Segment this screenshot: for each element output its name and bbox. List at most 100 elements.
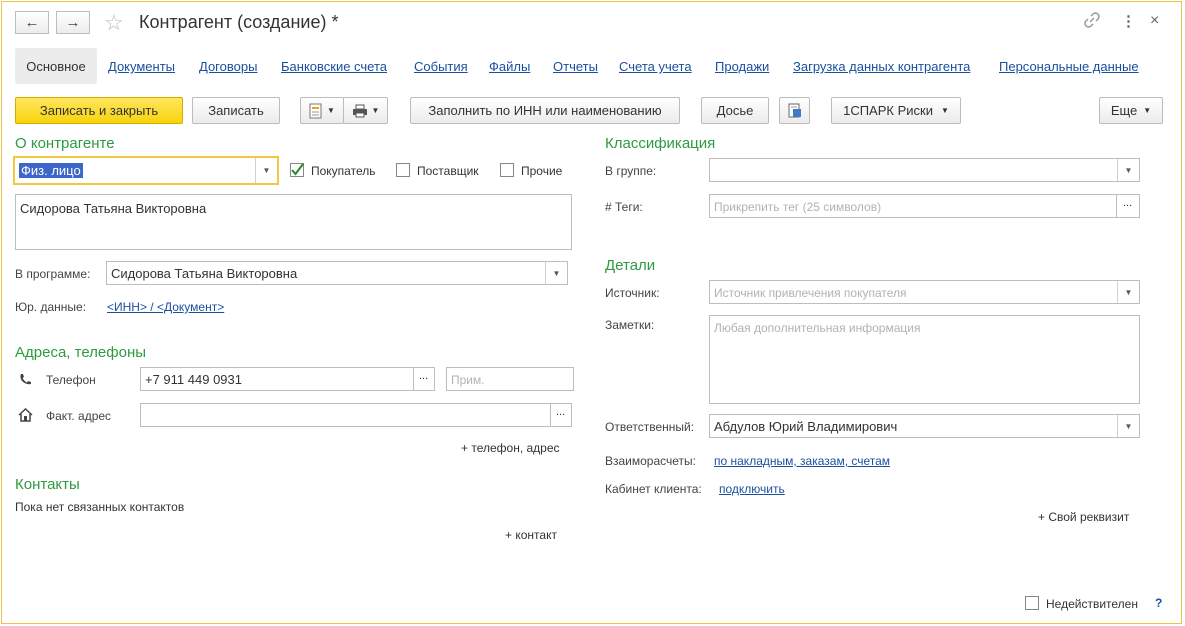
document-icon	[309, 103, 322, 118]
phone-note-field[interactable]: Прим.	[446, 367, 574, 391]
more-label: Еще	[1110, 103, 1138, 118]
tab-main[interactable]: Основное	[15, 48, 97, 84]
counterparty-type-select[interactable]: Физ. лицо ▼	[13, 156, 279, 185]
link-icon[interactable]	[1084, 12, 1100, 31]
add-contact-link[interactable]: + контакт	[505, 528, 557, 542]
tags-placeholder: Прикрепить тег (25 символов)	[714, 200, 882, 214]
group-select[interactable]: ▼	[709, 158, 1140, 182]
in-program-field[interactable]: Сидорова Татьяна Викторовна ▼	[106, 261, 568, 285]
chevron-down-icon: ▼	[327, 106, 335, 115]
details-section-header: Детали	[605, 257, 656, 274]
tags-label: # Теги:	[605, 200, 643, 214]
chevron-down-icon: ▼	[940, 106, 949, 115]
in-program-label: В программе:	[15, 267, 91, 281]
favorite-star-icon[interactable]: ☆	[104, 10, 124, 36]
addresses-section-header: Адреса, телефоны	[15, 344, 147, 361]
add-own-attribute-link[interactable]: + Свой реквизит	[1038, 510, 1129, 524]
tab-personal-data[interactable]: Персональные данные	[999, 59, 1139, 74]
chevron-down-icon[interactable]: ▼	[1117, 415, 1139, 437]
invalid-checkbox[interactable]	[1025, 596, 1039, 610]
other-checkbox[interactable]	[500, 163, 514, 177]
tab-reports[interactable]: Отчеты	[553, 59, 598, 74]
address-edit-button[interactable]: ...	[550, 403, 572, 427]
more-button[interactable]: Еще ▼	[1099, 97, 1163, 124]
dossier-button[interactable]: Досье	[701, 97, 769, 124]
attach-dropdown-button[interactable]: ▼	[300, 97, 344, 124]
address-label: Факт. адрес	[46, 409, 112, 423]
ellipsis-icon: ...	[556, 406, 566, 418]
print-dropdown-button[interactable]: ▼	[343, 97, 388, 124]
phone-field[interactable]: +7 911 449 0931	[140, 367, 414, 391]
tags-input[interactable]: Прикрепить тег (25 символов)	[709, 194, 1117, 218]
source-placeholder: Источник привлечения покупателя	[714, 286, 907, 300]
counterparty-type-value: Физ. лицо	[19, 163, 83, 178]
spark-risks-button[interactable]: 1СПАРК Риски ▼	[831, 97, 961, 124]
help-icon[interactable]: ?	[1155, 596, 1162, 610]
tab-files[interactable]: Файлы	[489, 59, 530, 74]
tab-load-counterparty-data[interactable]: Загрузка данных контрагента	[793, 59, 970, 74]
chevron-down-icon[interactable]: ▼	[255, 158, 277, 183]
tab-contracts[interactable]: Договоры	[199, 59, 257, 74]
phone-icon	[19, 373, 32, 389]
tab-documents[interactable]: Документы	[108, 59, 175, 74]
other-label: Прочие	[521, 164, 563, 178]
chevron-down-icon: ▼	[371, 106, 380, 115]
legal-data-link[interactable]: <ИНН> / <Документ>	[107, 300, 224, 314]
full-name-value: Сидорова Татьяна Викторовна	[20, 201, 207, 216]
responsible-value: Абдулов Юрий Владимирович	[714, 419, 898, 434]
supplier-checkbox[interactable]	[396, 163, 410, 177]
back-icon: ←	[24, 14, 40, 31]
tags-select-button[interactable]: ...	[1116, 194, 1140, 218]
fill-by-inn-button[interactable]: Заполнить по ИНН или наименованию	[410, 97, 680, 124]
notes-textarea[interactable]: Любая дополнительная информация	[709, 315, 1140, 404]
home-icon	[18, 407, 33, 425]
page-title: Контрагент (создание) *	[139, 12, 339, 32]
back-button[interactable]: ←	[15, 11, 49, 34]
settlements-link[interactable]: по накладным, заказам, счетам	[714, 454, 890, 468]
notes-placeholder: Любая дополнительная информация	[714, 321, 921, 335]
notes-label: Заметки:	[605, 318, 655, 332]
legal-data-label: Юр. данные:	[15, 300, 87, 314]
client-cabinet-link[interactable]: подключить	[719, 482, 785, 496]
client-cabinet-label: Кабинет клиента:	[605, 482, 702, 496]
tab-bank-accounts[interactable]: Банковские счета	[281, 59, 387, 74]
save-button[interactable]: Записать	[192, 97, 280, 124]
supplier-label: Поставщик	[417, 164, 479, 178]
responsible-label: Ответственный:	[605, 420, 695, 434]
printer-icon	[352, 104, 367, 117]
chevron-down-icon: ▼	[1143, 106, 1152, 115]
report-icon	[788, 103, 801, 117]
classification-section-header: Классификация	[605, 135, 716, 152]
source-label: Источник:	[605, 286, 660, 300]
ellipsis-icon: ...	[419, 370, 429, 382]
full-name-textarea[interactable]: Сидорова Татьяна Викторовна	[15, 194, 572, 250]
phone-label: Телефон	[46, 373, 96, 387]
chevron-down-icon[interactable]: ▼	[1117, 281, 1139, 303]
about-section-header: О контрагенте	[15, 135, 115, 152]
contacts-empty-text: Пока нет связанных контактов	[15, 500, 185, 514]
group-label: В группе:	[605, 164, 657, 178]
contacts-section-header: Контакты	[15, 476, 80, 493]
responsible-select[interactable]: Абдулов Юрий Владимирович ▼	[709, 414, 1140, 438]
settlements-label: Взаиморасчеты:	[605, 454, 697, 468]
report-button[interactable]	[779, 97, 810, 124]
add-phone-address-link[interactable]: + телефон, адрес	[461, 441, 560, 455]
in-program-value: Сидорова Татьяна Викторовна	[111, 266, 298, 281]
invalid-label: Недействителен	[1046, 597, 1138, 611]
address-field[interactable]	[140, 403, 551, 427]
phone-edit-button[interactable]: ...	[413, 367, 435, 391]
close-icon[interactable]: ×	[1150, 12, 1159, 30]
save-and-close-button[interactable]: Записать и закрыть	[15, 97, 183, 124]
more-actions-icon[interactable]: ⋮	[1121, 12, 1136, 30]
forward-icon: →	[65, 14, 81, 31]
source-select[interactable]: Источник привлечения покупателя ▼	[709, 280, 1140, 304]
forward-button[interactable]: →	[56, 11, 90, 34]
tab-events[interactable]: События	[414, 59, 468, 74]
tab-sales[interactable]: Продажи	[715, 59, 769, 74]
ellipsis-icon: ...	[1123, 197, 1133, 209]
chevron-down-icon[interactable]: ▼	[545, 262, 567, 284]
buyer-checkbox[interactable]	[290, 163, 304, 177]
chevron-down-icon[interactable]: ▼	[1117, 159, 1139, 181]
tab-accounting-accounts[interactable]: Счета учета	[619, 59, 692, 74]
phone-value: +7 911 449 0931	[145, 372, 242, 387]
